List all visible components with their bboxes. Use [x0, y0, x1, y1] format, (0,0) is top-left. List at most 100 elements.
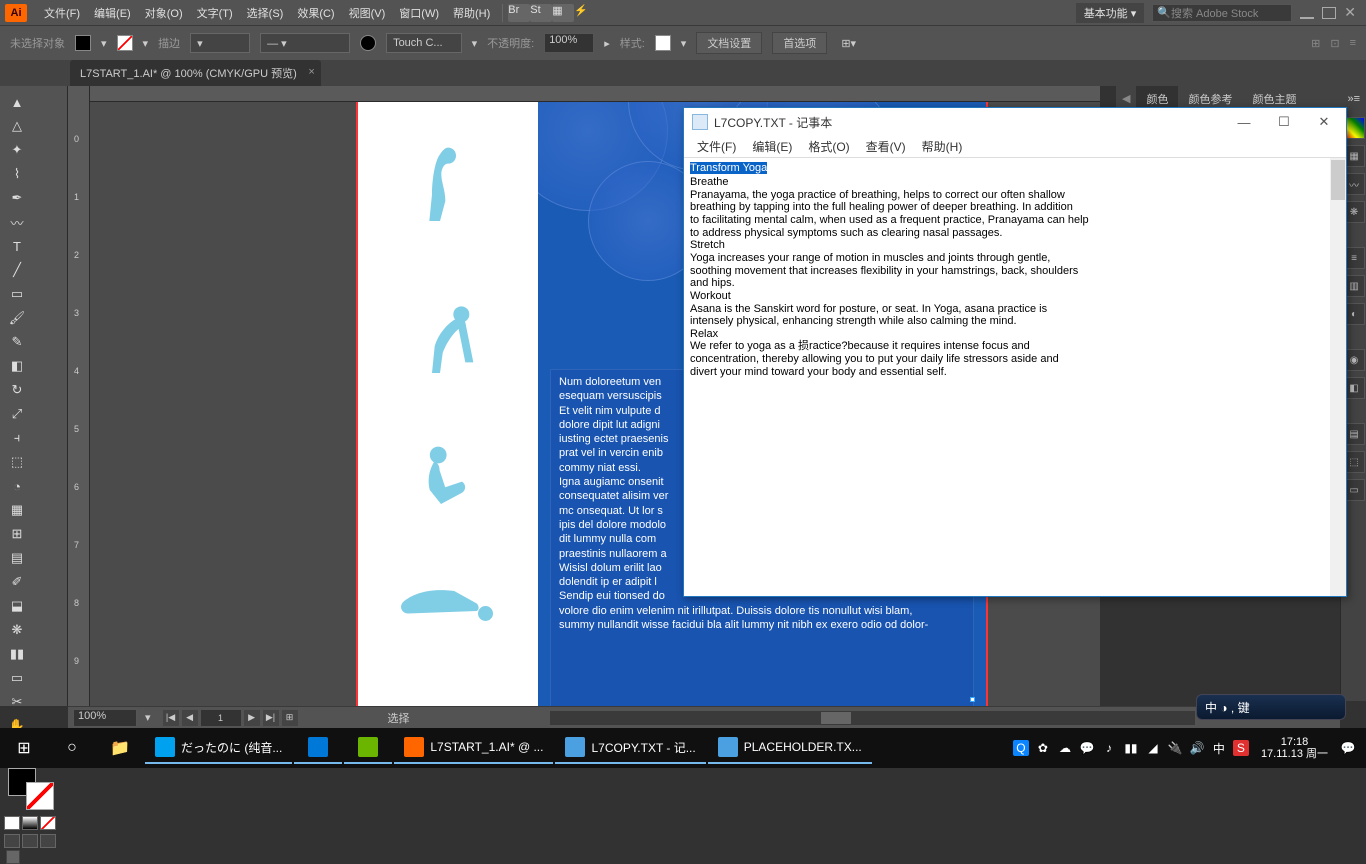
slice-tool[interactable]: ✂ [0, 690, 34, 714]
horizontal-scrollbar[interactable] [550, 711, 1195, 725]
gradient-mode-icon[interactable] [22, 816, 38, 830]
notepad-menu-edit[interactable]: 编辑(E) [744, 138, 800, 155]
workspace-switcher[interactable]: 基本功能 ▾ [1076, 3, 1145, 23]
stroke-weight[interactable]: ▾ [190, 33, 250, 53]
snap-pixel-icon[interactable]: ⊞ [1311, 37, 1320, 50]
tray-icon[interactable]: ♪ [1101, 740, 1117, 756]
panel-more-icon[interactable]: »≡ [1341, 93, 1366, 105]
stroke-profile[interactable]: — ▾ [260, 33, 350, 53]
menu-edit[interactable]: 编辑(E) [87, 5, 138, 21]
magic-wand-tool[interactable]: ✦ [0, 138, 34, 162]
tray-ime-icon[interactable]: 中 [1211, 740, 1227, 756]
window-minimize[interactable] [1300, 7, 1314, 19]
menu-text[interactable]: 文字(T) [190, 5, 240, 21]
tray-volume-icon[interactable]: 🔊 [1189, 740, 1205, 756]
last-artboard-icon[interactable]: ▶| [263, 710, 279, 726]
gradient-tool[interactable]: ▤ [0, 546, 34, 570]
taskbar-task[interactable] [294, 732, 342, 764]
notepad-scrollbar[interactable] [1330, 158, 1346, 596]
tray-wechat-icon[interactable]: 💬 [1079, 740, 1095, 756]
type-tool[interactable]: T [0, 234, 34, 258]
taskbar-clock[interactable]: 17:1817.11.13 周一 [1255, 736, 1334, 760]
selection-handle[interactable] [970, 697, 975, 702]
draw-inside-icon[interactable] [40, 834, 56, 848]
line-tool[interactable]: ╱ [0, 258, 34, 282]
notepad-text-area[interactable]: Transform Yoga BreathePranayama, the yog… [684, 158, 1346, 596]
tray-icon[interactable]: ✿ [1035, 740, 1051, 756]
notepad-menu-file[interactable]: 文件(F) [689, 138, 744, 155]
doc-setup-button[interactable]: 文档设置 [696, 32, 762, 54]
pen-tool[interactable]: ✒ [0, 186, 34, 210]
eraser-tool[interactable]: ◧ [0, 354, 34, 378]
tray-wifi-icon[interactable]: ◢ [1145, 740, 1161, 756]
menu-file[interactable]: 文件(F) [37, 5, 87, 21]
column-graph-tool[interactable]: ▮▮ [0, 642, 34, 666]
opacity-input[interactable]: 100% [544, 33, 594, 53]
notepad-menu-format[interactable]: 格式(O) [800, 138, 857, 155]
bridge-icon[interactable]: Br [508, 4, 530, 22]
first-artboard-icon[interactable]: |◀ [163, 710, 179, 726]
artboard-tool[interactable]: ▭ [0, 666, 34, 690]
scale-tool[interactable]: ⤢ [0, 402, 34, 426]
fill-stroke-swatch[interactable] [8, 768, 58, 808]
stock-search[interactable]: 🔍 搜索 Adobe Stock [1152, 4, 1292, 22]
blend-tool[interactable]: ⬓ [0, 594, 34, 618]
shaper-tool[interactable]: ✎ [0, 330, 34, 354]
free-transform-tool[interactable]: ⬚ [0, 450, 34, 474]
snap-point-icon[interactable]: ⊡ [1330, 37, 1339, 50]
gpu-icon[interactable]: ⚡ [574, 4, 596, 22]
width-tool[interactable]: ⫞ [0, 426, 34, 450]
stock-icon[interactable]: St [530, 4, 552, 22]
rectangle-tool[interactable]: ▭ [0, 282, 34, 306]
window-close[interactable]: ✕ [1344, 4, 1356, 21]
notification-icon[interactable]: 💬 [1340, 740, 1356, 756]
panel-menu-icon[interactable]: ≡ [1350, 37, 1356, 50]
perspective-tool[interactable]: ▦ [0, 498, 34, 522]
mesh-tool[interactable]: ⊞ [0, 522, 34, 546]
notepad-titlebar[interactable]: L7COPY.TXT - 记事本 — ☐ ✕ [684, 108, 1346, 136]
window-maximize[interactable] [1322, 7, 1336, 19]
tray-network-icon[interactable]: ▮▮ [1123, 740, 1139, 756]
tray-icon[interactable]: Q [1013, 740, 1029, 756]
curvature-tool[interactable]: 〰 [0, 210, 34, 234]
symbol-sprayer-tool[interactable]: ❋ [0, 618, 34, 642]
notepad-maximize[interactable]: ☐ [1264, 110, 1304, 134]
none-mode-icon[interactable] [40, 816, 56, 830]
rotate-tool[interactable]: ↻ [0, 378, 34, 402]
tab-close-icon[interactable]: × [308, 66, 314, 78]
taskbar-task[interactable] [344, 732, 392, 764]
artboard-nav-icon[interactable]: ⊞ [282, 710, 298, 726]
tray-icon[interactable]: ☁ [1057, 740, 1073, 756]
ime-indicator[interactable]: 中 ◑ , 键 [1196, 694, 1346, 720]
preferences-button[interactable]: 首选项 [772, 32, 827, 54]
lasso-tool[interactable]: ⌇ [0, 162, 34, 186]
paintbrush-tool[interactable]: 🖌 [0, 306, 34, 330]
fill-swatch[interactable] [75, 35, 91, 51]
taskbar-task[interactable]: L7COPY.TXT - 记... [555, 732, 705, 764]
direct-selection-tool[interactable]: △ [0, 114, 34, 138]
shape-builder-tool[interactable]: ◔ [0, 474, 34, 498]
notepad-menu-help[interactable]: 帮助(H) [914, 138, 971, 155]
taskbar-task[interactable]: だったのに (纯音... [145, 732, 292, 764]
draw-normal-icon[interactable] [4, 834, 20, 848]
next-artboard-icon[interactable]: ▶ [244, 710, 260, 726]
menu-effect[interactable]: 效果(C) [290, 5, 341, 21]
style-swatch[interactable] [655, 35, 671, 51]
brush-swatch[interactable] [360, 35, 376, 51]
document-tab[interactable]: L7START_1.AI* @ 100% (CMYK/GPU 预览) × [70, 60, 321, 86]
brush-select[interactable]: Touch C... [386, 33, 462, 53]
taskbar-task[interactable]: L7START_1.AI* @ ... [394, 732, 553, 764]
menu-window[interactable]: 窗口(W) [392, 5, 446, 21]
cortana-search-icon[interactable]: ○ [48, 728, 96, 768]
menu-object[interactable]: 对象(O) [138, 5, 190, 21]
artboard-number[interactable]: 1 [201, 710, 241, 726]
menu-help[interactable]: 帮助(H) [446, 5, 497, 21]
notepad-close[interactable]: ✕ [1304, 110, 1344, 134]
zoom-input[interactable]: 100% [73, 709, 137, 727]
taskbar-task[interactable]: PLACEHOLDER.TX... [708, 732, 872, 764]
start-button[interactable]: ⊞ [0, 728, 48, 768]
notepad-menu-view[interactable]: 查看(V) [858, 138, 914, 155]
tray-power-icon[interactable]: 🔌 [1167, 740, 1183, 756]
eyedropper-tool[interactable]: ✐ [0, 570, 34, 594]
expand-icon[interactable]: ◀ [1116, 92, 1136, 105]
